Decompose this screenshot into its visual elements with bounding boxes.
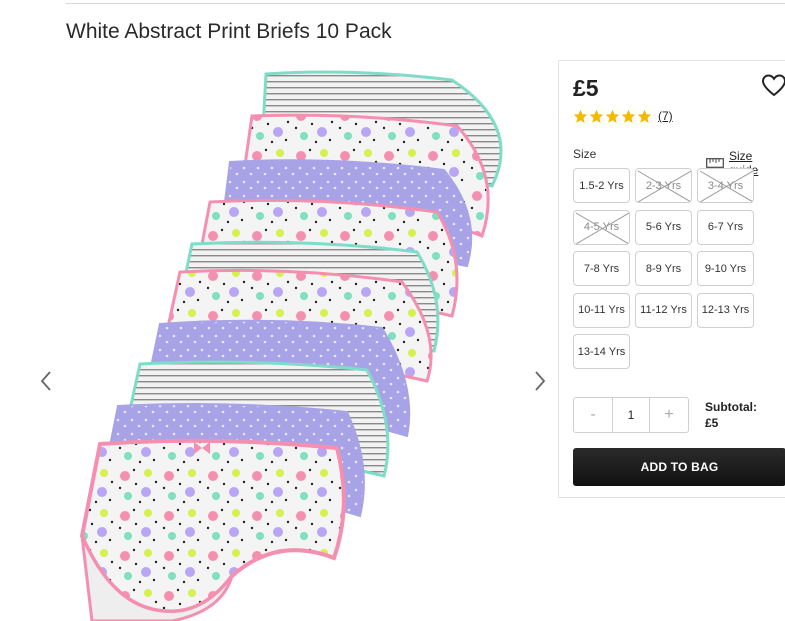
size-option-label: 6-7 Yrs [707, 221, 744, 233]
size-label: Size [573, 147, 597, 161]
size-option-button[interactable]: 1.5-2 Yrs [573, 168, 630, 203]
size-option-button[interactable]: 13-14 Yrs [573, 334, 630, 369]
wishlist-button[interactable] [761, 73, 785, 99]
brief-layer-front [79, 438, 346, 621]
size-option-label: 7-8 Yrs [583, 262, 620, 275]
size-option-label: 9-10 Yrs [704, 262, 747, 275]
product-title: White Abstract Print Briefs 10 Pack [66, 20, 392, 43]
gallery-prev-button[interactable] [36, 366, 56, 396]
subtotal-value: £5 [705, 416, 719, 430]
star-icon [605, 109, 620, 123]
size-option-button[interactable]: 12-13 Yrs [697, 292, 754, 328]
star-rating [573, 109, 652, 125]
chevron-right-icon [535, 371, 546, 391]
price: £5 [573, 75, 599, 101]
quantity-decrease-button[interactable]: - [574, 398, 612, 432]
size-option-label: 1.5-2 Yrs [579, 179, 624, 192]
size-option-button[interactable]: 5-6 Yrs [635, 209, 692, 245]
size-option-label: 13-14 Yrs [577, 345, 626, 358]
size-option-button[interactable]: 11-12 Yrs [635, 292, 692, 328]
quantity-stepper: - 1 + [573, 397, 689, 433]
size-option-label: 8-9 Yrs [645, 262, 682, 275]
top-divider [66, 3, 785, 4]
size-option-label: 12-13 Yrs [701, 304, 750, 316]
size-option-label: 5-6 Yrs [645, 221, 682, 233]
star-icon [621, 109, 636, 123]
ruler-icon [706, 158, 724, 168]
subtotal-label: Subtotal: [705, 400, 757, 414]
quantity-input[interactable]: 1 [612, 398, 650, 432]
add-to-bag-button[interactable]: ADD TO BAG [573, 448, 785, 486]
star-icon [589, 109, 604, 123]
size-option-label: 11-12 Yrs [640, 304, 687, 316]
unavailable-cross-icon [637, 170, 691, 202]
purchase-panel: £5 (7) Size Size guide 1.5-2 Yrs2-3 Yrs3… [558, 60, 785, 498]
size-option-button[interactable]: 6-7 Yrs [697, 209, 754, 245]
size-option-button[interactable]: 8-9 Yrs [635, 251, 692, 286]
size-option-button[interactable]: 2-3 Yrs [635, 168, 692, 203]
size-option-button[interactable]: 10-11 Yrs [573, 292, 630, 328]
chevron-left-icon [40, 371, 51, 391]
unavailable-cross-icon [575, 212, 629, 244]
unavailable-cross-icon [699, 170, 753, 202]
star-icon [637, 109, 652, 123]
quantity-increase-button[interactable]: + [650, 398, 688, 432]
size-option-label: 10-11 Yrs [578, 304, 625, 316]
size-option-button[interactable]: 4-5 Yrs [573, 209, 630, 245]
size-option-button[interactable]: 7-8 Yrs [573, 251, 630, 286]
size-option-button[interactable]: 3-4 Yrs [697, 168, 754, 203]
review-count-link[interactable]: (7) [658, 109, 673, 123]
briefs-stack-illustration [79, 70, 503, 621]
size-option-button[interactable]: 9-10 Yrs [697, 251, 754, 286]
gallery-next-button[interactable] [530, 366, 550, 396]
star-icon [573, 109, 588, 123]
product-image [72, 66, 522, 621]
heart-icon [761, 74, 785, 97]
